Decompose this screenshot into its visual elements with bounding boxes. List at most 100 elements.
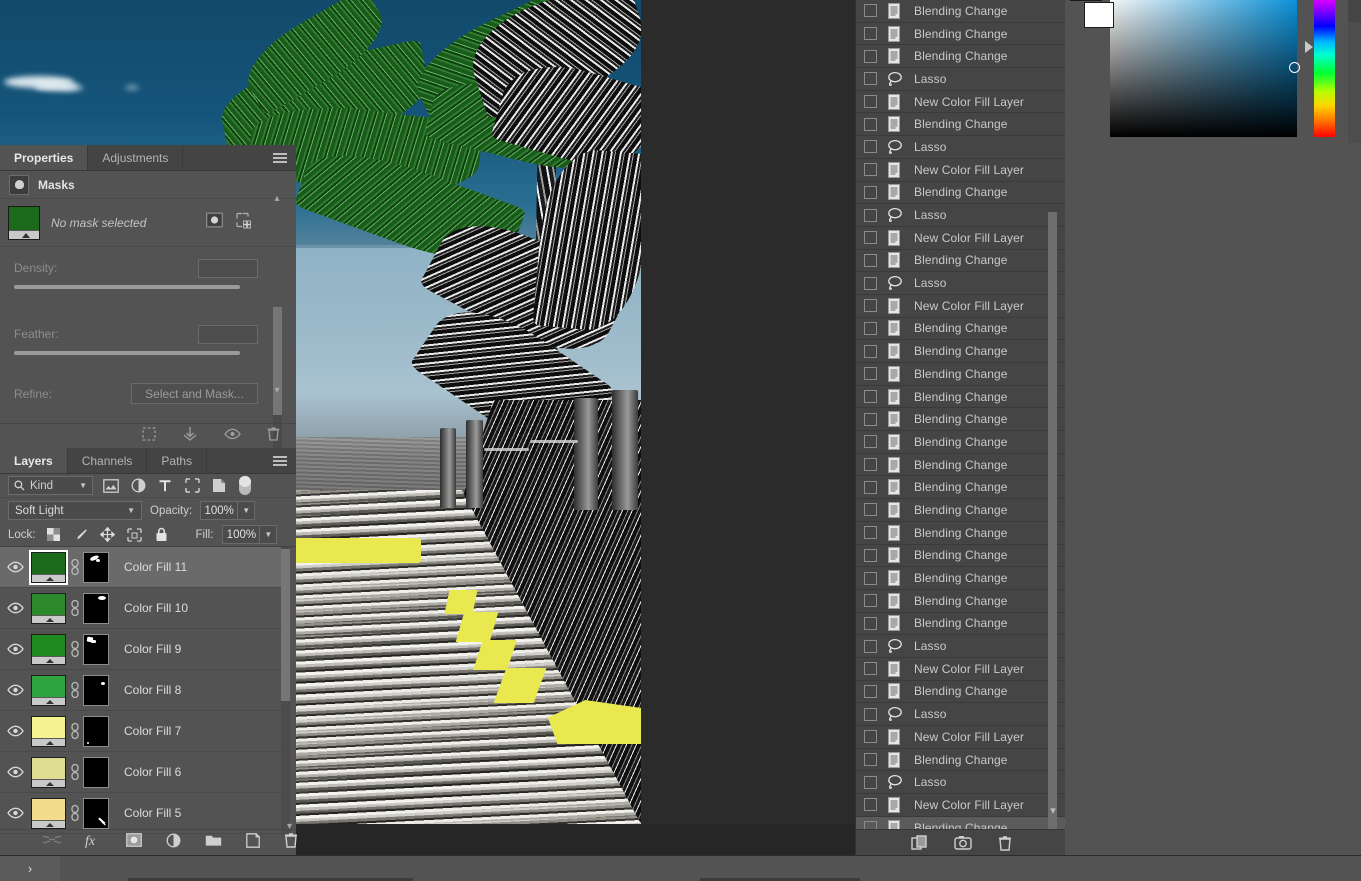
history-source-checkbox[interactable] <box>864 321 877 335</box>
history-source-checkbox[interactable] <box>864 435 877 449</box>
layer-mask-thumbnail[interactable] <box>83 756 109 788</box>
layer-thumbnail[interactable] <box>29 549 68 585</box>
history-state-row[interactable]: New Color Fill Layer <box>856 794 1066 817</box>
layer-mask-link-icon[interactable] <box>66 763 83 781</box>
history-source-checkbox[interactable] <box>864 208 877 222</box>
history-source-checkbox[interactable] <box>864 662 877 676</box>
chevron-down-icon[interactable]: ▼ <box>127 506 135 515</box>
history-state-row[interactable]: Blending Change <box>856 363 1066 386</box>
feather-field[interactable] <box>198 325 258 344</box>
apply-mask-icon[interactable] <box>182 426 198 446</box>
history-source-checkbox[interactable] <box>864 616 877 630</box>
color-swatches[interactable] <box>1070 0 1118 30</box>
layers-scroll-thumb[interactable] <box>281 549 290 701</box>
history-state-row[interactable]: Blending Change <box>856 408 1066 432</box>
history-source-checkbox[interactable] <box>864 27 877 41</box>
filter-adjustment-icon[interactable] <box>129 477 147 494</box>
delete-layer-icon[interactable] <box>284 832 298 853</box>
lock-image-pixels-icon[interactable] <box>72 526 90 543</box>
delete-mask-icon[interactable] <box>267 426 280 446</box>
background-color-swatch[interactable] <box>1084 2 1114 28</box>
layer-row[interactable]: Color Fill 11 <box>0 547 282 588</box>
history-state-row[interactable]: Blending Change <box>856 590 1066 613</box>
history-state-row[interactable]: Blending Change <box>856 431 1066 454</box>
layers-panel-menu-icon[interactable] <box>273 455 287 466</box>
history-source-checkbox[interactable] <box>864 367 877 381</box>
color-picker-field[interactable] <box>1110 0 1297 137</box>
layer-mask-link-icon[interactable] <box>66 722 83 740</box>
history-source-checkbox[interactable] <box>864 344 877 358</box>
layer-mask-link-icon[interactable] <box>66 804 83 822</box>
filter-toggle-switch[interactable] <box>239 476 251 495</box>
history-source-checkbox[interactable] <box>864 412 877 426</box>
filter-shape-icon[interactable] <box>183 477 201 494</box>
history-source-checkbox[interactable] <box>864 753 877 767</box>
new-adjustment-layer-icon[interactable] <box>166 833 181 853</box>
chevron-up-icon[interactable]: ▴ <box>270 191 284 205</box>
filter-kind-select[interactable]: Kind ▼ <box>8 476 93 495</box>
history-source-checkbox[interactable] <box>864 276 877 290</box>
history-state-row[interactable]: Lasso <box>856 635 1066 658</box>
history-state-row[interactable]: Blending Change <box>856 681 1066 704</box>
history-source-checkbox[interactable] <box>864 4 877 18</box>
lock-transparent-pixels-icon[interactable] <box>45 526 63 543</box>
layer-mask-thumbnail[interactable] <box>83 633 109 665</box>
layer-mask-link-icon[interactable] <box>66 681 83 699</box>
select-and-mask-button[interactable]: Select and Mask... <box>131 383 258 404</box>
history-source-checkbox[interactable] <box>864 594 877 608</box>
history-source-checkbox[interactable] <box>864 72 877 86</box>
history-source-checkbox[interactable] <box>864 253 877 267</box>
history-scrollbar[interactable] <box>1048 0 1057 855</box>
add-layer-mask-icon[interactable] <box>125 833 142 852</box>
vector-mask-icon[interactable] <box>236 212 254 233</box>
layer-visibility-eye-icon[interactable] <box>0 684 31 696</box>
tab-properties[interactable]: Properties <box>0 145 89 170</box>
layer-visibility-eye-icon[interactable] <box>0 766 31 778</box>
tab-paths[interactable]: Paths <box>147 448 208 473</box>
layer-mask-thumbnail[interactable] <box>83 715 109 747</box>
history-source-checkbox[interactable] <box>864 140 877 154</box>
history-source-checkbox[interactable] <box>864 185 877 199</box>
history-state-row[interactable]: Lasso <box>856 703 1066 726</box>
history-state-row[interactable]: Blending Change <box>856 499 1066 522</box>
layer-mask-link-icon[interactable] <box>66 558 83 576</box>
chevron-down-icon[interactable]: ▾ <box>270 383 284 397</box>
filter-smart-object-icon[interactable] <box>210 477 228 494</box>
history-state-row[interactable]: New Color Fill Layer <box>856 295 1066 318</box>
history-scroll-thumb[interactable] <box>1048 212 1057 840</box>
layers-list[interactable]: Color Fill 11 Color Fill 10 Color Fill 9 Co… <box>0 547 296 835</box>
delete-state-icon[interactable] <box>998 835 1012 851</box>
fill-input[interactable]: 100% <box>222 525 261 544</box>
layer-mask-thumbnail[interactable] <box>83 592 109 624</box>
tab-channels[interactable]: Channels <box>67 448 148 473</box>
lock-all-icon[interactable] <box>153 526 171 543</box>
layer-visibility-eye-icon[interactable] <box>0 602 31 614</box>
history-state-row[interactable]: Blending Change <box>856 476 1066 500</box>
lock-position-icon[interactable] <box>99 526 117 543</box>
layer-mask-link-icon[interactable] <box>66 599 83 617</box>
layer-visibility-eye-icon[interactable] <box>0 561 31 573</box>
layers-scrollbar[interactable] <box>281 547 290 835</box>
history-state-row[interactable]: Blending Change <box>856 182 1066 205</box>
history-state-row[interactable]: Blending Change <box>856 340 1066 363</box>
layer-thumbnail[interactable] <box>31 797 66 829</box>
history-source-checkbox[interactable] <box>864 684 877 698</box>
history-state-row[interactable]: Blending Change <box>856 250 1066 273</box>
history-source-checkbox[interactable] <box>864 231 877 245</box>
layer-thumbnail[interactable] <box>31 633 66 665</box>
new-layer-icon[interactable] <box>245 832 260 853</box>
color-picker-hue-strip[interactable] <box>1314 0 1335 137</box>
lock-artboard-icon[interactable] <box>126 526 144 543</box>
layer-mask-thumbnail[interactable] <box>83 551 109 583</box>
history-state-row[interactable]: Blending Change <box>856 613 1066 636</box>
layer-thumbnail[interactable] <box>31 592 66 624</box>
history-source-checkbox[interactable] <box>864 503 877 517</box>
history-state-row[interactable]: Blending Change <box>856 454 1066 477</box>
history-state-row[interactable]: New Color Fill Layer <box>856 91 1066 114</box>
history-state-row[interactable]: Blending Change <box>856 567 1066 590</box>
layer-row[interactable]: Color Fill 9 <box>0 629 282 670</box>
layer-row[interactable]: Color Fill 6 <box>0 752 282 793</box>
pixel-mask-icon[interactable] <box>206 212 223 233</box>
layer-visibility-eye-icon[interactable] <box>0 643 31 655</box>
history-source-checkbox[interactable] <box>864 299 877 313</box>
